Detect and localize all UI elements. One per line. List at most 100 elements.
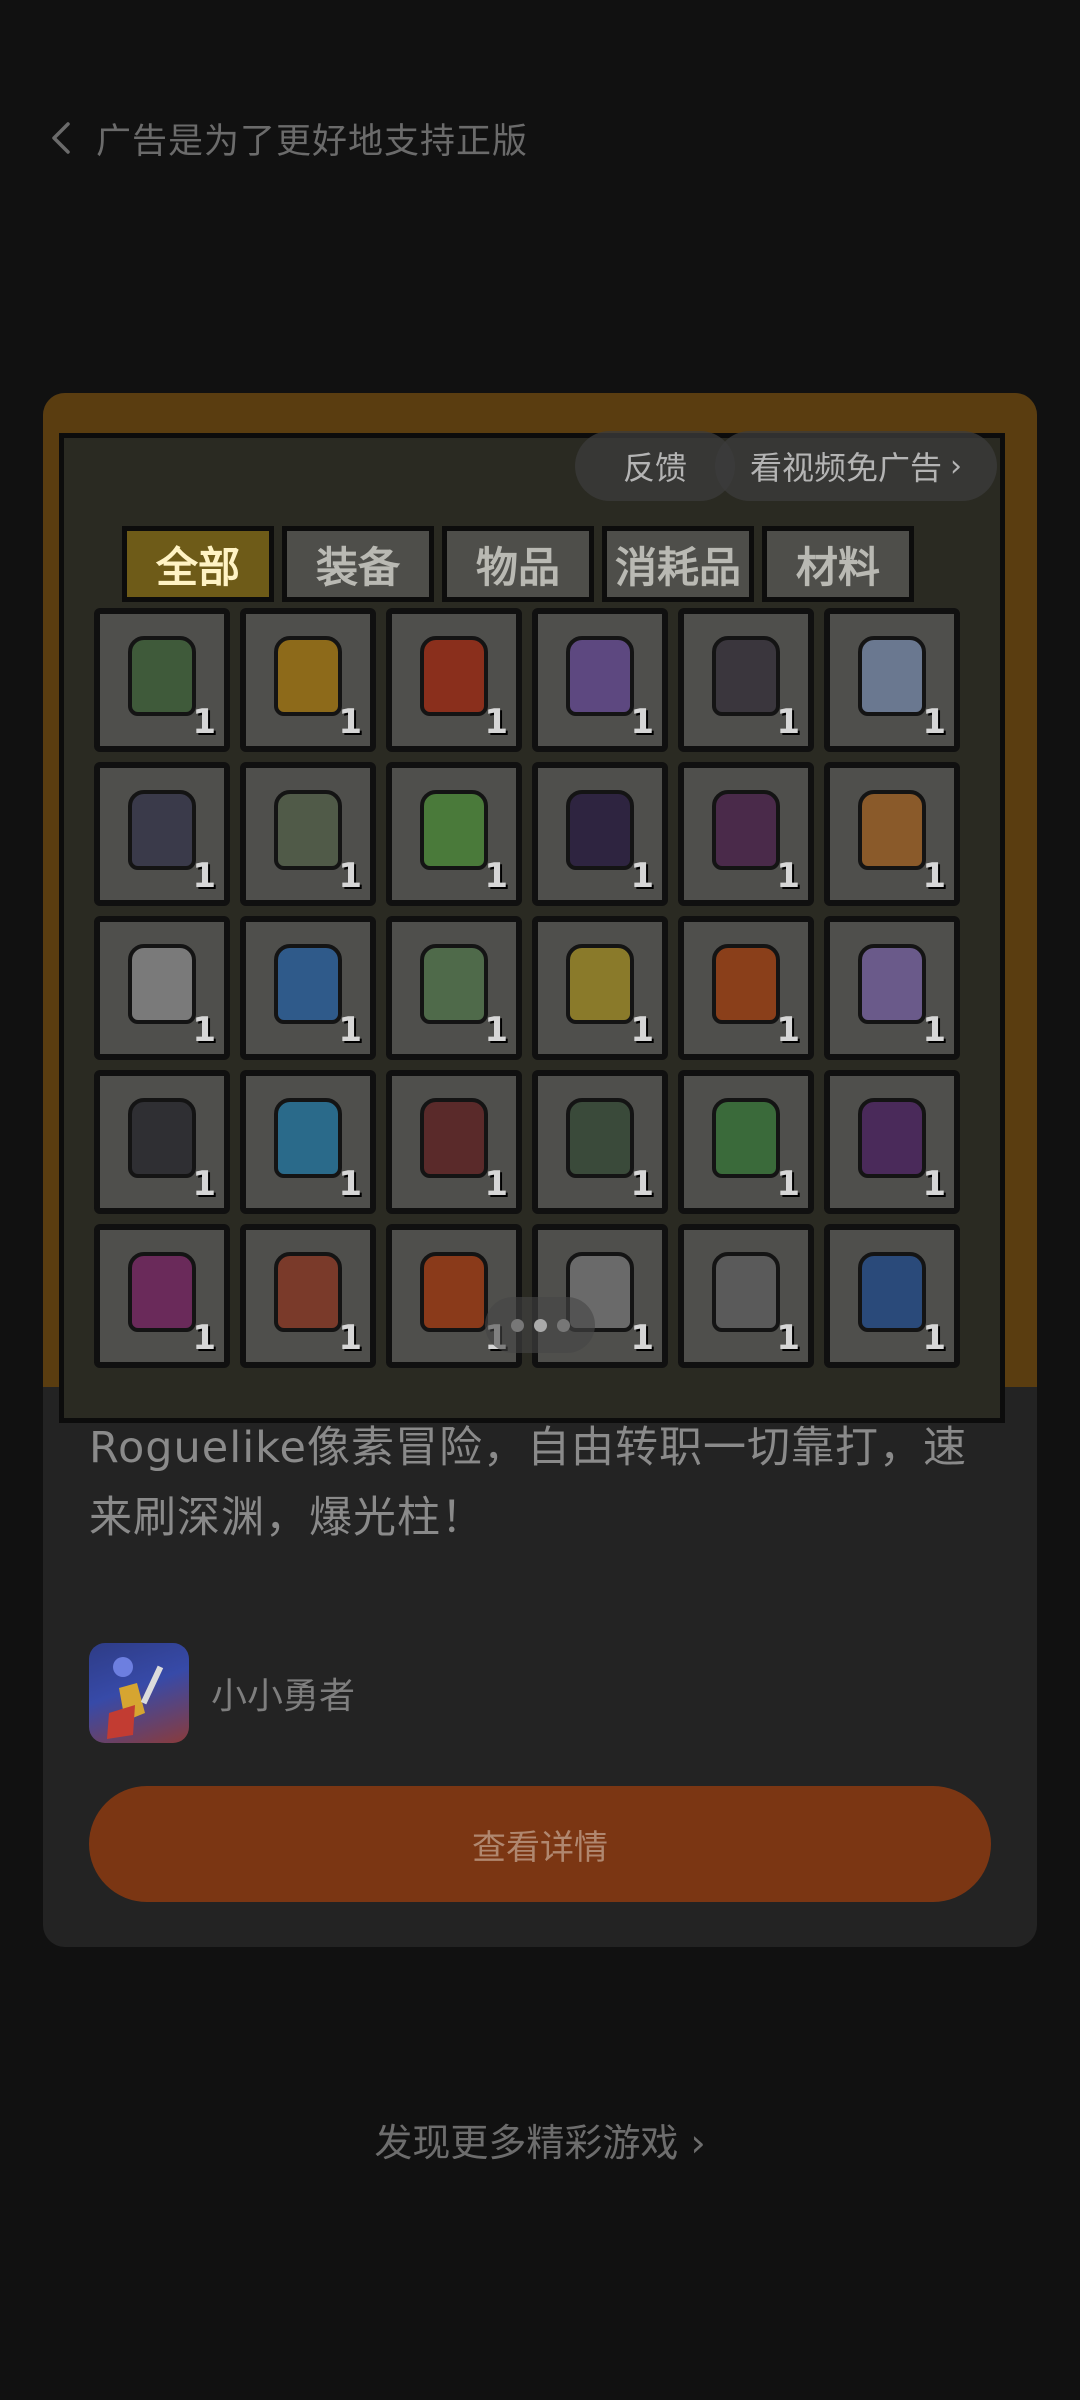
inventory-slot: 1 — [240, 1224, 376, 1368]
equipment-item-icon — [128, 790, 196, 870]
item-quantity: 1 — [484, 1164, 508, 1204]
equipment-item-icon — [566, 790, 634, 870]
inventory-slot: 1 — [678, 1224, 814, 1368]
ad-headline[interactable]: Roguelike像素冒险，自由转职一切靠打，速来刷深渊，爆光柱！ — [89, 1413, 989, 1553]
inventory-slot: 1 — [824, 1070, 960, 1214]
inventory-tab: 全部 — [122, 526, 274, 602]
equipment-item-icon — [566, 1098, 634, 1178]
skip-ad-button[interactable]: 看视频免广告 › — [715, 431, 997, 501]
item-quantity: 1 — [776, 1164, 800, 1204]
equipment-item-icon — [274, 1098, 342, 1178]
equipment-item-icon — [274, 944, 342, 1024]
back-arrow-icon[interactable] — [48, 120, 74, 156]
item-quantity: 1 — [630, 856, 654, 896]
carousel-dot — [556, 1318, 570, 1332]
ad-page: 广告是为了更好地支持正版 全部 装备 物品 消耗品 材料 1 1 1 1 1 1 1 1 1 1 1… — [0, 0, 1080, 2400]
app-name: 小小勇者 — [211, 1676, 356, 1717]
app-info[interactable]: 小小勇者 — [89, 1643, 355, 1743]
equipment-item-icon — [712, 944, 780, 1024]
inventory-slot: 1 — [386, 762, 522, 906]
equipment-item-icon — [712, 790, 780, 870]
equipment-item-icon — [566, 636, 634, 716]
item-quantity: 1 — [192, 1164, 216, 1204]
inventory-slot: 1 — [240, 762, 376, 906]
item-quantity: 1 — [630, 1010, 654, 1050]
carousel-dot-active — [533, 1318, 547, 1332]
inventory-slot: 1 — [678, 916, 814, 1060]
item-quantity: 1 — [630, 1164, 654, 1204]
equipment-item-icon — [858, 1098, 926, 1178]
equipment-item-icon — [128, 1098, 196, 1178]
equipment-item-icon — [420, 944, 488, 1024]
equipment-item-icon — [128, 1252, 196, 1332]
inventory-slot: 1 — [678, 608, 814, 752]
item-quantity: 1 — [192, 1010, 216, 1050]
inventory-slot: 1 — [824, 762, 960, 906]
item-quantity: 1 — [922, 1010, 946, 1050]
inventory-slot: 1 — [678, 1070, 814, 1214]
item-quantity: 1 — [484, 1010, 508, 1050]
item-quantity: 1 — [922, 1318, 946, 1358]
top-bar: 广告是为了更好地支持正版 — [48, 108, 528, 168]
item-quantity: 1 — [192, 702, 216, 742]
inventory-slot: 1 — [678, 762, 814, 906]
item-quantity: 1 — [922, 702, 946, 742]
skip-ad-label: 看视频免广告 — [749, 449, 942, 487]
equipment-item-icon — [712, 636, 780, 716]
inventory-slot: 1 — [240, 608, 376, 752]
view-details-button[interactable]: 查看详情 — [89, 1786, 991, 1902]
equipment-item-icon — [274, 1252, 342, 1332]
hero-icon — [107, 1657, 164, 1739]
item-quantity: 1 — [630, 1318, 654, 1358]
ad-card[interactable]: 全部 装备 物品 消耗品 材料 1 1 1 1 1 1 1 1 1 1 1 1 1 1 1 1 1 1 1 1 1 1 1 1… — [43, 393, 1037, 1947]
inventory-grid: 111111111111111111111111111111 — [94, 608, 996, 1368]
item-quantity: 1 — [338, 1164, 362, 1204]
equipment-item-icon — [128, 636, 196, 716]
equipment-item-icon — [858, 1252, 926, 1332]
feedback-button[interactable]: 反馈 — [575, 431, 735, 501]
page-title: 广告是为了更好地支持正版 — [96, 121, 529, 162]
inventory-slot: 1 — [532, 762, 668, 906]
inventory-tab: 物品 — [442, 526, 594, 602]
equipment-item-icon — [858, 636, 926, 716]
more-games-link[interactable]: 发现更多精彩游戏 › — [0, 2112, 1080, 2167]
item-quantity: 1 — [338, 1010, 362, 1050]
item-quantity: 1 — [776, 856, 800, 896]
app-icon — [89, 1643, 189, 1743]
carousel-dot — [510, 1318, 524, 1332]
inventory-tab: 消耗品 — [602, 526, 754, 602]
equipment-item-icon — [712, 1098, 780, 1178]
item-quantity: 1 — [776, 1010, 800, 1050]
inventory-tabs: 全部 装备 物品 消耗品 材料 — [122, 526, 914, 602]
inventory-slot: 1 — [94, 1224, 230, 1368]
item-quantity: 1 — [776, 1318, 800, 1358]
inventory-tab: 材料 — [762, 526, 914, 602]
equipment-item-icon — [858, 944, 926, 1024]
inventory-tab: 装备 — [282, 526, 434, 602]
item-quantity: 1 — [338, 1318, 362, 1358]
inventory-slot: 1 — [94, 762, 230, 906]
inventory-slot: 1 — [94, 916, 230, 1060]
item-quantity: 1 — [338, 702, 362, 742]
equipment-item-icon — [566, 944, 634, 1024]
inventory-slot: 1 — [386, 916, 522, 1060]
equipment-item-icon — [858, 790, 926, 870]
equipment-item-icon — [274, 790, 342, 870]
item-quantity: 1 — [922, 1164, 946, 1204]
equipment-item-icon — [712, 1252, 780, 1332]
inventory-slot: 1 — [240, 916, 376, 1060]
chevron-right-icon: › — [950, 448, 962, 484]
inventory-slot: 1 — [94, 608, 230, 752]
more-games-label: 发现更多精彩游戏 — [374, 2121, 679, 2165]
item-quantity: 1 — [484, 702, 508, 742]
inventory-slot: 1 — [824, 608, 960, 752]
equipment-item-icon — [420, 1252, 488, 1332]
inventory-slot: 1 — [532, 608, 668, 752]
ad-banner-image[interactable]: 全部 装备 物品 消耗品 材料 1 1 1 1 1 1 1 1 1 1 1 1 1 1 1 1 1 1 1 1 1 1 1 1… — [43, 393, 1037, 1423]
equipment-item-icon — [420, 636, 488, 716]
item-quantity: 1 — [776, 702, 800, 742]
item-quantity: 1 — [192, 856, 216, 896]
view-details-label: 查看详情 — [472, 1827, 608, 1868]
equipment-item-icon — [128, 944, 196, 1024]
chevron-right-icon: › — [690, 2121, 706, 2165]
